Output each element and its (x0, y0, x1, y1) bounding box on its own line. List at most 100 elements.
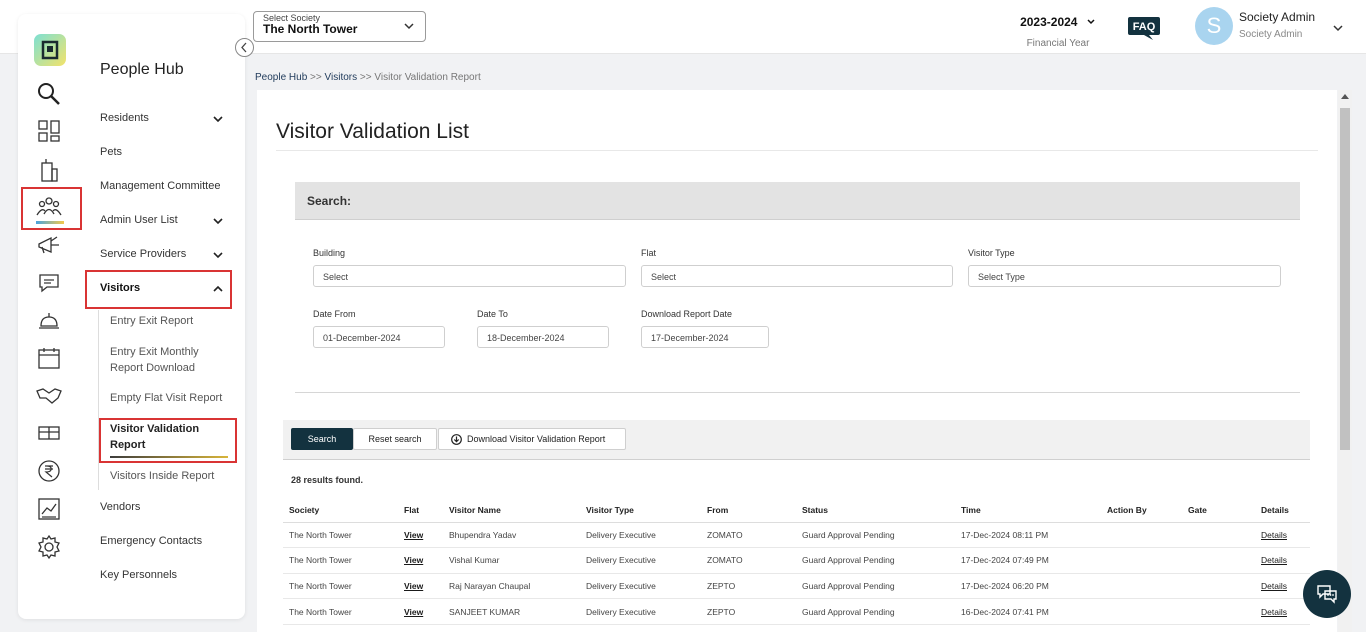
cell-society: The North Tower (283, 522, 398, 549)
chevron-down-icon[interactable] (1332, 22, 1344, 34)
building-label: Building (313, 248, 346, 258)
details-link[interactable]: Details (1255, 547, 1310, 574)
scrollbar-thumb[interactable] (1340, 108, 1350, 450)
faq-button[interactable]: FAQ (1127, 15, 1161, 41)
cell-from: ZOMATO (701, 547, 796, 574)
sidebar-item-vendors[interactable]: Vendors (100, 501, 140, 513)
submenu-item-visitors-inside[interactable]: Visitors Inside Report (110, 468, 214, 484)
view-flat-link[interactable]: View (398, 547, 443, 574)
chart-icon[interactable] (36, 496, 62, 522)
breadcrumb-separator: >> (310, 72, 322, 83)
visitor-table: Society Flat Visitor Name Visitor Type F… (283, 498, 1310, 625)
cell-gate (1182, 573, 1255, 600)
sidebar-item-pets[interactable]: Pets (100, 146, 122, 158)
chevron-down-icon[interactable] (212, 113, 224, 125)
breadcrumb-visitors[interactable]: Visitors (325, 72, 358, 83)
chevron-left-icon (241, 42, 247, 53)
cell-status: Guard Approval Pending (796, 522, 955, 549)
sidebar-item-emergency-contacts[interactable]: Emergency Contacts (100, 535, 202, 547)
user-name: Society Admin (1239, 10, 1316, 24)
sidebar-item-visitors[interactable]: Visitors (100, 282, 140, 294)
package-icon[interactable] (36, 419, 62, 445)
megaphone-icon[interactable] (36, 232, 62, 258)
cell-action-by (1101, 598, 1182, 625)
view-flat-link[interactable]: View (398, 573, 443, 600)
sidebar-item-key-personnels[interactable]: Key Personnels (100, 569, 177, 581)
date-to-label: Date To (477, 309, 508, 319)
cell-visitor-name: Bhupendra Yadav (443, 522, 580, 549)
download-report-button[interactable]: Download Visitor Validation Report (438, 428, 626, 450)
search-button[interactable]: Search (291, 428, 353, 450)
cell-action-by (1101, 522, 1182, 549)
chat-icon[interactable] (36, 270, 62, 296)
date-from-input[interactable]: 01-December-2024 (313, 326, 445, 348)
visitor-type-select[interactable]: Select Type (968, 265, 1281, 287)
details-link[interactable]: Details (1255, 522, 1310, 549)
view-flat-link[interactable]: View (398, 598, 443, 625)
view-flat-link[interactable]: View (398, 522, 443, 549)
society-select[interactable]: Select Society The North Tower (253, 11, 426, 42)
submenu-item-visitor-validation-report[interactable]: Visitor Validation Report (110, 421, 220, 453)
column-header-flat: Flat (398, 498, 443, 523)
building-icon[interactable] (36, 157, 62, 183)
search-icon[interactable] (36, 81, 62, 107)
download-icon (451, 434, 462, 445)
faq-label: FAQ (1133, 21, 1156, 33)
user-info[interactable]: Society Admin Society Admin (1239, 10, 1315, 40)
cell-society: The North Tower (283, 573, 398, 600)
cell-action-by (1101, 573, 1182, 600)
details-link[interactable]: Details (1255, 598, 1310, 625)
breadcrumb-current: Visitor Validation Report (374, 72, 481, 83)
logo-icon[interactable] (34, 34, 66, 66)
main-content: Visitor Validation List Search: Building… (257, 90, 1337, 632)
sidebar-item-residents[interactable]: Residents (100, 112, 149, 124)
submenu-guide-line (98, 310, 99, 490)
reset-search-button[interactable]: Reset search (353, 428, 437, 450)
avatar[interactable]: S (1195, 7, 1233, 45)
breadcrumb-separator: >> (359, 72, 372, 83)
cell-from: ZEPTO (701, 573, 796, 600)
cell-visitor-type: Delivery Executive (580, 547, 701, 574)
submenu-item-entry-exit-monthly[interactable]: Entry Exit Monthly Report Download (110, 344, 220, 376)
chevron-up-icon[interactable] (212, 283, 224, 295)
financial-year-value: 2023-2024 (1020, 15, 1078, 29)
download-report-date-input[interactable]: 17-December-2024 (641, 326, 769, 348)
cell-time: 17-Dec-2024 07:49 PM (955, 547, 1101, 574)
sidebar-item-service-providers[interactable]: Service Providers (100, 248, 186, 260)
cell-from: ZOMATO (701, 522, 796, 549)
collapse-sidebar-button[interactable] (235, 38, 254, 57)
calendar-icon[interactable] (36, 345, 62, 371)
service-bell-icon[interactable] (36, 307, 62, 333)
breadcrumb-people-hub[interactable]: People Hub (255, 72, 307, 83)
sidebar-item-management-committee[interactable]: Management Committee (100, 180, 220, 192)
cell-from: ZEPTO (701, 598, 796, 625)
chevron-down-icon (404, 23, 414, 30)
submenu-item-empty-flat-visit[interactable]: Empty Flat Visit Report (110, 390, 222, 406)
building-select[interactable]: Select (313, 265, 626, 287)
rupee-icon[interactable] (36, 458, 62, 484)
gear-icon[interactable] (36, 534, 62, 560)
cell-visitor-type: Delivery Executive (580, 522, 701, 549)
chevron-down-icon[interactable] (212, 249, 224, 261)
breadcrumb: People Hub >> Visitors >> Visitor Valida… (255, 72, 481, 83)
dashboard-icon[interactable] (36, 118, 62, 144)
cell-visitor-name: Raj Narayan Chaupal (443, 573, 580, 600)
page-scrollbar[interactable] (1338, 90, 1352, 632)
financial-year-selector[interactable]: 2023-2024 Financial Year (1018, 13, 1098, 49)
handshake-icon[interactable] (36, 382, 62, 408)
visitor-type-label: Visitor Type (968, 248, 1015, 258)
chat-support-button[interactable] (1303, 570, 1351, 618)
sidebar-item-admin-user-list[interactable]: Admin User List (100, 214, 178, 226)
column-header-time: Time (955, 498, 1101, 523)
cell-status: Guard Approval Pending (796, 598, 955, 625)
scroll-up-arrow-icon[interactable] (1341, 94, 1349, 99)
details-link[interactable]: Details (1255, 573, 1310, 600)
table-header-row: Society Flat Visitor Name Visitor Type F… (283, 498, 1310, 523)
submenu-item-entry-exit-report[interactable]: Entry Exit Report (110, 313, 193, 329)
chevron-down-icon[interactable] (212, 215, 224, 227)
flat-select[interactable]: Select (641, 265, 953, 287)
action-bar: Search Reset search Download Visitor Val… (283, 420, 1310, 460)
active-submenu-underline (110, 456, 228, 458)
chat-bubbles-icon (1317, 585, 1337, 604)
date-to-input[interactable]: 18-December-2024 (477, 326, 609, 348)
